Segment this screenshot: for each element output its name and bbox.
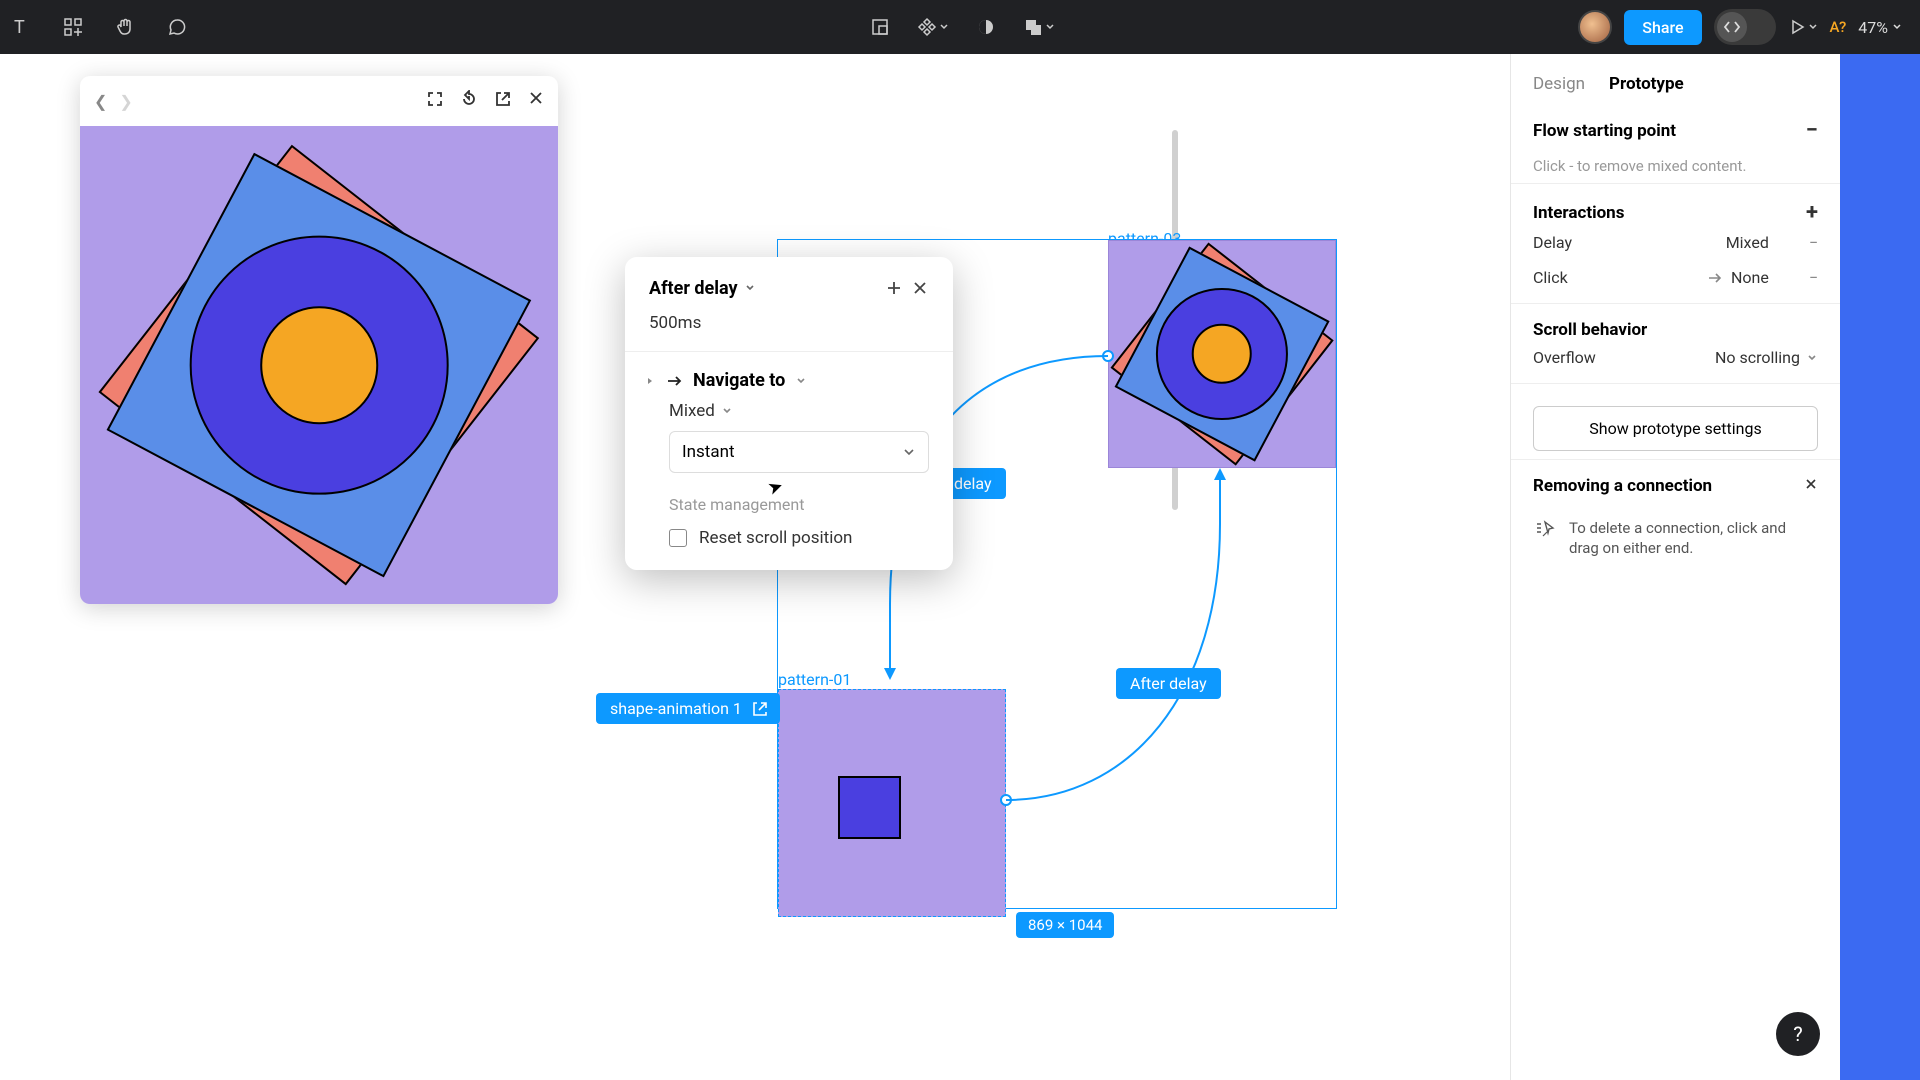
animation-value: Instant — [682, 442, 735, 462]
destination-dropdown[interactable]: Mixed — [625, 395, 953, 425]
close-panel-button[interactable] — [907, 275, 933, 301]
mask-tool-icon[interactable] — [967, 8, 1005, 46]
interactions-section-title: Interactions — [1533, 203, 1624, 223]
resources-icon[interactable] — [54, 8, 92, 46]
right-blue-strip — [1840, 0, 1920, 1080]
chevron-down-icon — [744, 282, 756, 294]
frame-pattern01[interactable] — [778, 689, 1006, 917]
open-external-icon[interactable] — [494, 90, 512, 112]
frame-label-pattern01[interactable]: pattern-01 — [778, 670, 851, 689]
interaction-row-click[interactable]: Click None − — [1533, 260, 1818, 295]
topbar: T Share A? 47% — [0, 0, 1920, 54]
reset-scroll-checkbox[interactable]: Reset scroll position — [625, 520, 953, 548]
canvas[interactable]: ❮ ❯ pattern-03 — [0, 54, 1590, 1080]
flow-start-label: shape-animation 1 — [610, 699, 742, 718]
interaction-badge[interactable]: After delay — [1116, 668, 1221, 699]
remove-flow-button[interactable]: − — [1806, 118, 1818, 143]
boolean-tool-icon[interactable] — [1019, 8, 1059, 46]
drag-connection-icon — [1533, 518, 1555, 559]
interaction-details-panel: After delay 500ms Navigate to Mixed Inst… — [625, 257, 953, 570]
interaction-row-delay[interactable]: Delay Mixed − — [1533, 225, 1818, 260]
svg-text:T: T — [14, 17, 25, 37]
fit-icon[interactable] — [426, 90, 444, 112]
comment-tool-icon[interactable] — [158, 8, 196, 46]
collapse-icon — [645, 376, 655, 386]
frame-pattern03[interactable] — [1108, 240, 1336, 468]
preview-viewport — [80, 126, 558, 604]
trigger-dropdown[interactable]: After delay — [649, 278, 756, 299]
connection-handle[interactable] — [1000, 794, 1012, 806]
remove-connection-title: Removing a connection — [1533, 476, 1712, 496]
avatar[interactable] — [1578, 10, 1612, 44]
missing-fonts-badge[interactable]: A? — [1830, 18, 1847, 36]
action-dropdown[interactable]: Navigate to — [625, 360, 953, 395]
chevron-down-icon — [721, 405, 733, 417]
checkbox-icon — [669, 529, 687, 547]
delay-value[interactable]: 500ms — [625, 303, 953, 343]
preview-window: ❮ ❯ — [80, 76, 558, 604]
properties-panel: Design Prototype Flow starting point − C… — [1510, 54, 1840, 1080]
component-tool-icon[interactable] — [913, 8, 953, 46]
back-icon[interactable]: ❮ — [94, 92, 107, 111]
devmode-toggle[interactable] — [1714, 9, 1776, 45]
dismiss-tip-button[interactable] — [1804, 476, 1818, 496]
tab-prototype[interactable]: Prototype — [1609, 74, 1684, 94]
scroll-section-title: Scroll behavior — [1533, 320, 1647, 340]
remove-interaction-icon[interactable]: − — [1809, 268, 1818, 287]
flow-start-badge[interactable]: shape-animation 1 — [596, 693, 780, 724]
text-tool-icon[interactable]: T — [2, 8, 40, 46]
remove-interaction-icon[interactable]: − — [1809, 233, 1818, 252]
remove-connection-tip: To delete a connection, click and drag o… — [1569, 518, 1818, 559]
code-icon — [1717, 12, 1747, 42]
restart-icon[interactable] — [460, 90, 478, 112]
arrow-right-icon — [1707, 270, 1723, 286]
chevron-down-icon — [795, 375, 807, 387]
share-button[interactable]: Share — [1624, 10, 1701, 45]
hand-tool-icon[interactable] — [106, 8, 144, 46]
open-external-icon — [752, 701, 768, 717]
tab-design[interactable]: Design — [1533, 74, 1585, 94]
present-button[interactable] — [1788, 18, 1818, 36]
navigate-icon — [665, 372, 683, 390]
state-management-label: State management — [625, 473, 953, 520]
help-button[interactable]: ? — [1776, 1012, 1820, 1056]
add-action-button[interactable] — [881, 275, 907, 301]
frame-tool-icon[interactable] — [861, 8, 899, 46]
selection-dimensions: 869 × 1044 — [1016, 912, 1114, 938]
flow-hint: Click - to remove mixed content. — [1533, 157, 1818, 175]
chevron-down-icon — [1806, 352, 1818, 364]
overflow-row[interactable]: Overflow No scrolling — [1533, 340, 1818, 375]
add-interaction-button[interactable]: + — [1806, 200, 1818, 225]
close-preview-icon[interactable] — [528, 90, 544, 112]
flow-section-title: Flow starting point — [1533, 121, 1676, 141]
zoom-level[interactable]: 47% — [1858, 18, 1902, 37]
zoom-value: 47% — [1858, 18, 1888, 37]
animation-select[interactable]: Instant — [669, 431, 929, 473]
chevron-down-icon — [902, 445, 916, 459]
connection-handle[interactable] — [1102, 350, 1114, 362]
forward-icon: ❯ — [119, 92, 132, 111]
show-prototype-settings-button[interactable]: Show prototype settings — [1533, 406, 1818, 451]
